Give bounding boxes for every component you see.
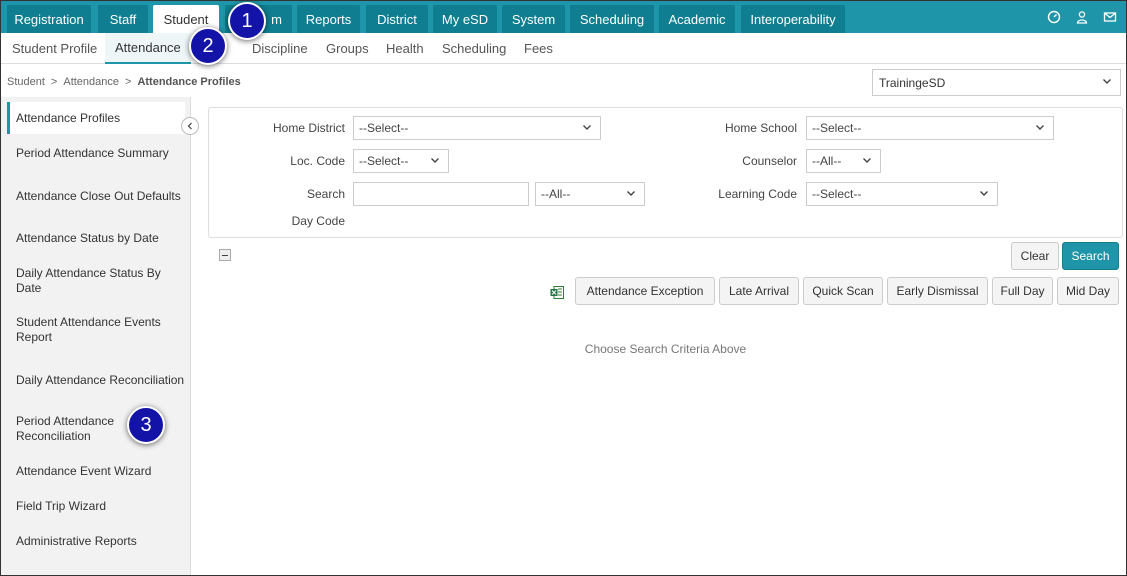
minus-icon [222,254,228,256]
sidebar-item-student-attendance-events-report[interactable]: Student Attendance Events Report [7,314,185,346]
top-tab-interoperability[interactable]: Interoperability [741,5,845,33]
mid-day-button[interactable]: Mid Day [1057,277,1119,305]
late-arrival-button[interactable]: Late Arrival [719,277,799,305]
top-tab-district[interactable]: District [366,5,428,33]
counselor-value: --All-- [812,154,842,168]
loc-code-select[interactable]: --Select-- [353,149,449,173]
search-button[interactable]: Search [1062,242,1119,270]
dashboard-icon[interactable] [1046,9,1062,25]
chevron-down-icon [1102,75,1112,89]
loc-code-value: --Select-- [359,154,409,168]
sidebar-item-daily-attendance-status-by-date[interactable]: Daily Attendance Status By Date [7,265,185,297]
sidebar: Attendance Profiles Period Attendance Su… [1,97,191,575]
clear-button[interactable]: Clear [1011,242,1059,270]
sidebar-item-daily-attendance-reconciliation[interactable]: Daily Attendance Reconciliation [7,364,185,396]
home-district-label: Home District [272,121,345,135]
chevron-down-icon [979,187,989,201]
home-district-value: --Select-- [359,121,409,135]
quick-scan-button[interactable]: Quick Scan [803,277,883,305]
counselor-select[interactable]: --All-- [806,149,881,173]
breadcrumb-item-student[interactable]: Student [7,76,45,88]
early-dismissal-button[interactable]: Early Dismissal [887,277,988,305]
breadcrumb-separator: > [50,76,58,88]
search-scope-value: --All-- [541,187,571,201]
chevron-down-icon [430,154,440,168]
top-tab-reports[interactable]: Reports [297,5,360,33]
breadcrumb-item-attendance[interactable]: Attendance [63,76,119,88]
search-scope-select[interactable]: --All-- [535,182,645,206]
top-tab-scheduling[interactable]: Scheduling [570,5,654,33]
annotation-badge-3: 3 [127,406,165,444]
sidebar-item-attendance-status-by-date[interactable]: Attendance Status by Date [7,222,185,254]
collapse-filters-button[interactable] [219,249,231,261]
empty-results-message: Choose Search Criteria Above [584,342,747,356]
sidebar-item-period-attendance-summary[interactable]: Period Attendance Summary [7,137,185,169]
sub-navigation: Student Profile Attendance Discipline Gr… [1,33,1126,64]
sub-tab-fees[interactable]: Fees [524,33,553,64]
sidebar-item-attendance-close-out-defaults[interactable]: Attendance Close Out Defaults [7,180,185,212]
excel-export-icon[interactable] [550,285,565,300]
search-input[interactable] [353,182,529,206]
filter-panel: Home District --Select-- Home School --S… [208,107,1123,238]
home-district-select[interactable]: --Select-- [353,116,601,140]
sidebar-item-attendance-profiles[interactable]: Attendance Profiles [7,102,185,134]
sidebar-item-administrative-reports[interactable]: Administrative Reports [7,525,185,557]
top-navigation: Registration Staff Student m Reports Dis… [1,1,1126,33]
chevron-left-icon [186,119,194,133]
collapse-sidebar-button[interactable] [181,117,199,135]
breadcrumb: Student > Attendance > Attendance Profil… [7,76,241,88]
district-select-value: TrainingeSD [879,75,946,90]
top-tab-system[interactable]: System [502,5,565,33]
breadcrumb-separator: > [125,76,132,88]
annotation-badge-2: 2 [189,27,227,65]
search-label: Search [306,187,345,201]
sub-tab-groups[interactable]: Groups [326,33,369,64]
loc-code-label: Loc. Code [290,154,345,168]
sidebar-item-field-trip-wizard[interactable]: Field Trip Wizard [7,490,185,522]
chevron-down-icon [626,187,636,201]
sidebar-item-attendance-event-wizard[interactable]: Attendance Event Wizard [7,455,185,487]
top-tab-registration[interactable]: Registration [7,5,91,33]
top-tab-my-esd[interactable]: My eSD [433,5,497,33]
learning-code-select[interactable]: --Select-- [806,182,998,206]
top-tab-staff[interactable]: Staff [98,5,148,33]
home-school-value: --Select-- [812,121,862,135]
counselor-label: Counselor [742,154,797,168]
user-icon[interactable] [1074,9,1090,25]
chevron-down-icon [862,154,872,168]
full-day-button[interactable]: Full Day [992,277,1053,305]
annotation-badge-1: 1 [228,2,266,40]
chevron-down-icon [582,121,592,135]
mail-icon[interactable] [1102,9,1118,25]
sub-tab-attendance[interactable]: Attendance [105,33,191,64]
sub-tab-discipline[interactable]: Discipline [252,33,308,64]
attendance-exception-button[interactable]: Attendance Exception [575,277,715,305]
home-school-select[interactable]: --Select-- [806,116,1054,140]
chevron-down-icon [1035,121,1045,135]
sub-tab-student-profile[interactable]: Student Profile [12,33,97,64]
sub-tab-health[interactable]: Health [386,33,424,64]
breadcrumb-current: Attendance Profiles [137,76,241,88]
sub-tab-scheduling[interactable]: Scheduling [442,33,506,64]
district-select[interactable]: TrainingeSD [872,69,1121,96]
day-code-label: Day Code [291,214,345,228]
learning-code-value: --Select-- [812,187,862,201]
top-tab-academic[interactable]: Academic [659,5,735,33]
home-school-label: Home School [724,121,797,135]
learning-code-label: Learning Code [718,187,797,201]
